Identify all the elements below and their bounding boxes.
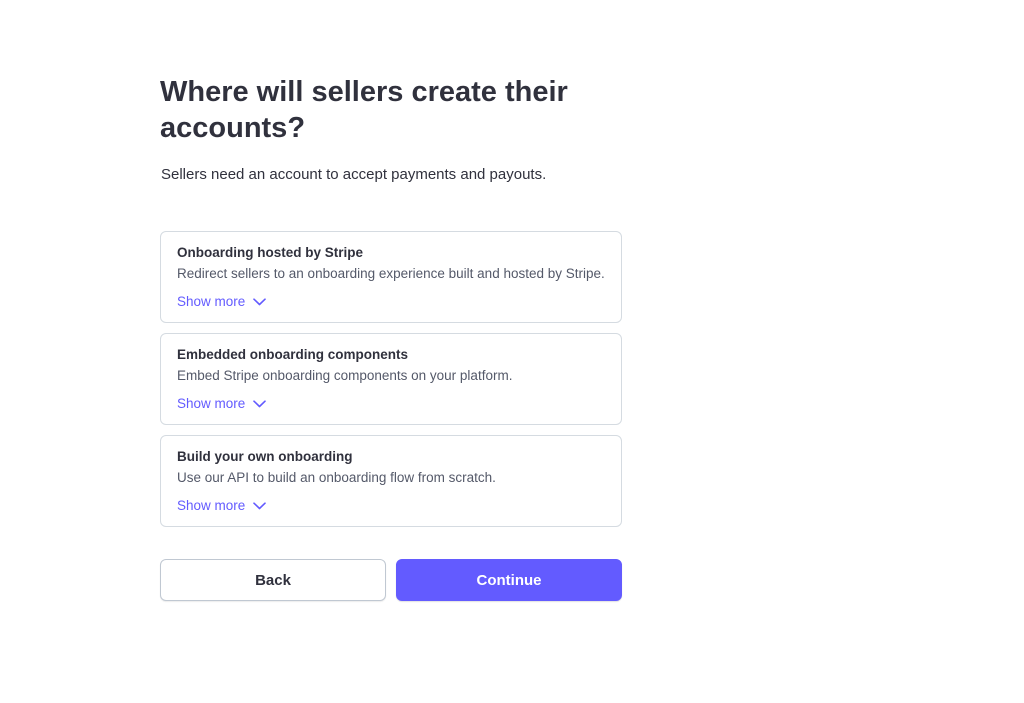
chevron-down-icon — [253, 400, 267, 408]
continue-button[interactable]: Continue — [396, 559, 622, 601]
page-title: Where will sellers create their accounts… — [160, 76, 568, 144]
option-title: Onboarding hosted by Stripe — [177, 245, 364, 260]
action-buttons: Back Continue — [160, 559, 622, 601]
page-subtitle: Sellers need an account to accept paymen… — [161, 166, 547, 183]
show-more-label: Show more — [177, 498, 246, 513]
show-more-label: Show more — [177, 294, 246, 309]
option-embedded-onboarding[interactable]: Embedded onboarding components Embed Str… — [160, 333, 622, 425]
show-more-link[interactable]: Show more — [177, 293, 267, 311]
option-description: Use our API to build an onboarding flow … — [177, 470, 496, 485]
options-list: Onboarding hosted by Stripe Redirect sel… — [160, 231, 622, 527]
show-more-link[interactable]: Show more — [177, 497, 267, 515]
show-more-link[interactable]: Show more — [177, 395, 267, 413]
show-more-label: Show more — [177, 396, 246, 411]
chevron-down-icon — [253, 298, 267, 306]
option-hosted-onboarding[interactable]: Onboarding hosted by Stripe Redirect sel… — [160, 231, 622, 323]
option-title: Build your own onboarding — [177, 449, 353, 464]
option-description: Embed Stripe onboarding components on yo… — [177, 368, 513, 383]
onboarding-choice-panel: Where will sellers create their accounts… — [160, 74, 622, 601]
chevron-down-icon — [253, 502, 267, 510]
option-title: Embedded onboarding components — [177, 347, 409, 362]
option-custom-onboarding[interactable]: Build your own onboarding Use our API to… — [160, 435, 622, 527]
back-button[interactable]: Back — [160, 559, 386, 601]
option-description: Redirect sellers to an onboarding experi… — [177, 266, 605, 281]
